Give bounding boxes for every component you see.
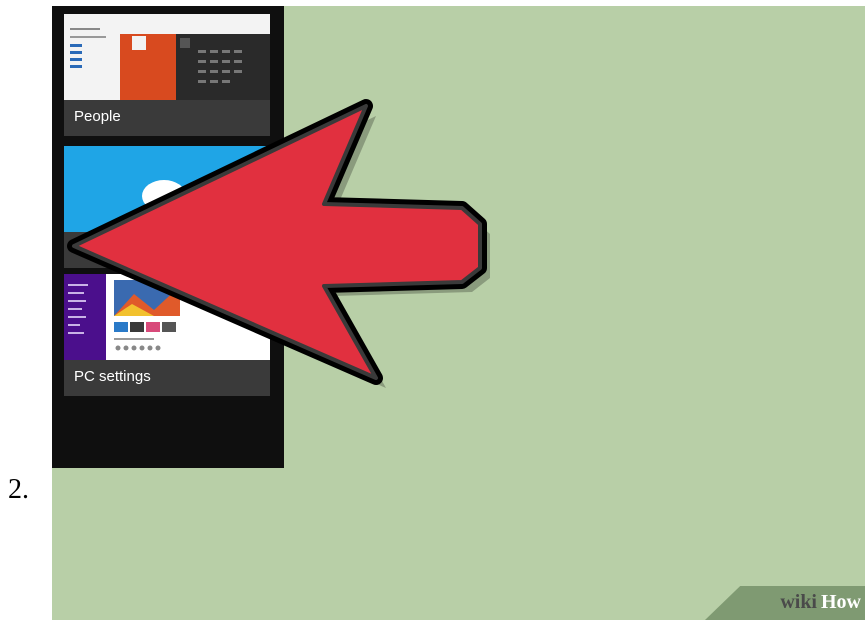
step-number: 2. <box>8 474 29 505</box>
red-pointer-arrow-icon <box>67 99 490 388</box>
watermark-how: How <box>821 591 861 613</box>
watermark-wiki: wiki <box>780 591 817 613</box>
screenshot-canvas: People PC settings wiki How <box>52 6 865 620</box>
